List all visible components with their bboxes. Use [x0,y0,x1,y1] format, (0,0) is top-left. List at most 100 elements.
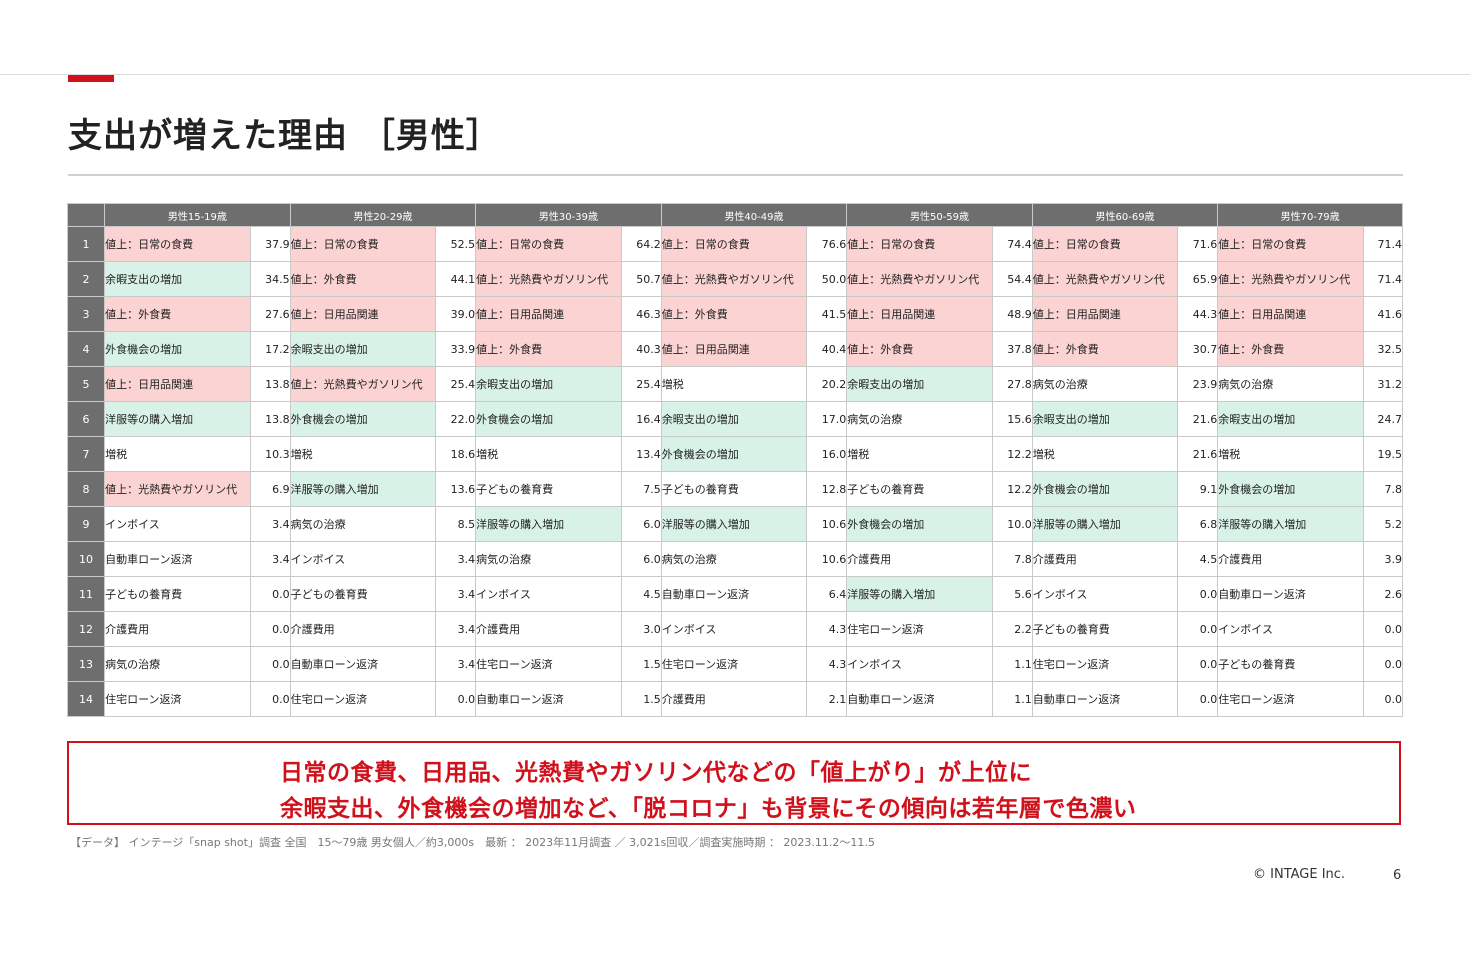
copyright: © INTAGE Inc. [1253,867,1346,882]
percentage-value: 2.2 [991,611,1033,647]
percentage-value: 0.0 [249,611,291,647]
reason-item: 増税 [104,436,251,472]
reason-item: 介護費用 [1031,541,1179,577]
percentage-value: 13.8 [249,401,291,437]
table-row: 11 子どもの養育費 0.0 子どもの養育費 3.4 インボイス 4.5 自動車ローン返済 6.… [66,576,1404,612]
percentage-value: 16.4 [620,401,662,437]
rank-number: 12 [66,611,106,647]
percentage-value: 24.7 [1362,401,1404,437]
rank-number: 3 [66,296,106,332]
reason-item: 住宅ローン返済 [846,611,993,647]
reason-item: 自動車ローン返済 [475,681,622,717]
percentage-value: 54.4 [991,261,1033,297]
table-row: 5 値上：日用品関連 13.8 値上：光熱費やガソリン代 25.4 余暇支出の増加 25.4… [66,366,1404,402]
reason-item: 子どもの養育費 [475,471,622,507]
percentage-value: 27.8 [991,366,1033,402]
percentage-value: 19.5 [1362,436,1404,472]
table-row: 3 値上：外食費 27.6 値上：日用品関連 39.0 値上：日用品関連 46.3 値上：外食… [66,296,1404,332]
reason-item: 値上：日常の食費 [660,226,808,262]
percentage-value: 17.0 [806,401,848,437]
percentage-value: 41.5 [806,296,848,332]
reason-item: 値上：日用品関連 [1031,296,1179,332]
reason-item: 値上：日常の食費 [1217,226,1364,262]
percentage-value: 7.5 [620,471,662,507]
reason-item: 洋服等の購入増加 [1217,506,1364,542]
percentage-value: 44.1 [435,261,477,297]
reason-item: 自動車ローン返済 [846,681,993,717]
percentage-value: 10.3 [249,436,291,472]
reason-item: 増税 [846,436,993,472]
percentage-value: 50.0 [806,261,848,297]
reason-item: 子どもの養育費 [846,471,993,507]
percentage-value: 10.6 [806,541,848,577]
reason-item: 介護費用 [104,611,251,647]
percentage-value: 21.6 [1177,401,1219,437]
reason-item: 住宅ローン返済 [104,681,251,717]
rank-number: 8 [66,471,106,507]
reason-item: 値上：光熱費やガソリン代 [104,471,251,507]
percentage-value: 71.4 [1362,261,1404,297]
reason-item: 値上：日用品関連 [289,296,437,332]
rank-number: 9 [66,506,106,542]
table-row: 1 値上：日常の食費 37.9 値上：日常の食費 52.5 値上：日常の食費 64.2 値上：… [66,226,1404,262]
reason-item: 余暇支出の増加 [1217,401,1364,437]
reason-item: 値上：日常の食費 [1031,226,1179,262]
table-row: 10 自動車ローン返済 3.4 インボイス 3.4 病気の治療 6.0 病気の治療 10.6 介護… [66,541,1404,577]
reason-item: 増税 [1031,436,1179,472]
percentage-value: 0.0 [435,681,477,717]
percentage-value: 64.2 [620,226,662,262]
rank-number: 6 [66,401,106,437]
percentage-value: 3.4 [249,541,291,577]
reason-item: 余暇支出の増加 [846,366,993,402]
table-body: 1 値上：日常の食費 37.9 値上：日常の食費 52.5 値上：日常の食費 64.2 値上：… [66,226,1404,717]
reason-item: 自動車ローン返済 [104,541,251,577]
reason-item: 余暇支出の増加 [104,261,251,297]
percentage-value: 25.4 [435,366,477,402]
reason-item: 介護費用 [660,681,808,717]
reason-item: 値上：外食費 [660,296,808,332]
percentage-value: 48.9 [991,296,1033,332]
percentage-value: 5.2 [1362,506,1404,542]
page-number: 6 [1393,868,1402,883]
reason-item: 病気の治療 [104,646,251,682]
reason-item: インボイス [104,506,251,542]
rank-number: 7 [66,436,106,472]
percentage-value: 0.0 [1177,681,1219,717]
reason-item: 値上：光熱費やガソリン代 [660,261,808,297]
percentage-value: 74.4 [991,226,1033,262]
percentage-value: 65.9 [1177,261,1219,297]
reason-item: 外食機会の増加 [104,331,251,367]
reason-item: 住宅ローン返済 [1217,681,1364,717]
reason-item: 病気の治療 [1031,366,1179,402]
reason-item: 外食機会の増加 [1217,471,1364,507]
percentage-value: 17.2 [249,331,291,367]
reason-item: 値上：光熱費やガソリン代 [1031,261,1179,297]
percentage-value: 2.1 [806,681,848,717]
reason-item: インボイス [846,646,993,682]
table-row: 6 洋服等の購入増加 13.8 外食機会の増加 22.0 外食機会の増加 16.4 余暇支出の… [66,401,1404,437]
rank-number: 4 [66,331,106,367]
percentage-value: 0.0 [249,646,291,682]
reason-item: 洋服等の購入増加 [289,471,437,507]
percentage-value: 3.9 [1362,541,1404,577]
group-header: 男性15-19歳 [104,203,291,227]
reason-item: 値上：外食費 [1031,331,1179,367]
reason-item: 値上：日常の食費 [846,226,993,262]
reason-item: 病気の治療 [475,541,622,577]
percentage-value: 12.2 [991,471,1033,507]
percentage-value: 12.2 [991,436,1033,472]
group-header: 男性70-79歳 [1217,203,1403,227]
reason-item: 住宅ローン返済 [475,646,622,682]
reason-item: 病気の治療 [289,506,437,542]
percentage-value: 1.5 [620,681,662,717]
reason-item: インボイス [1031,576,1179,612]
reason-item: 値上：外食費 [846,331,993,367]
reason-item: 増税 [289,436,437,472]
percentage-value: 76.6 [806,226,848,262]
reason-item: 値上：日用品関連 [846,296,993,332]
reason-item: 値上：日用品関連 [104,366,251,402]
rank-number: 1 [66,226,106,262]
title-divider [68,174,1403,176]
reason-item: 値上：光熱費やガソリン代 [475,261,622,297]
percentage-value: 13.4 [620,436,662,472]
